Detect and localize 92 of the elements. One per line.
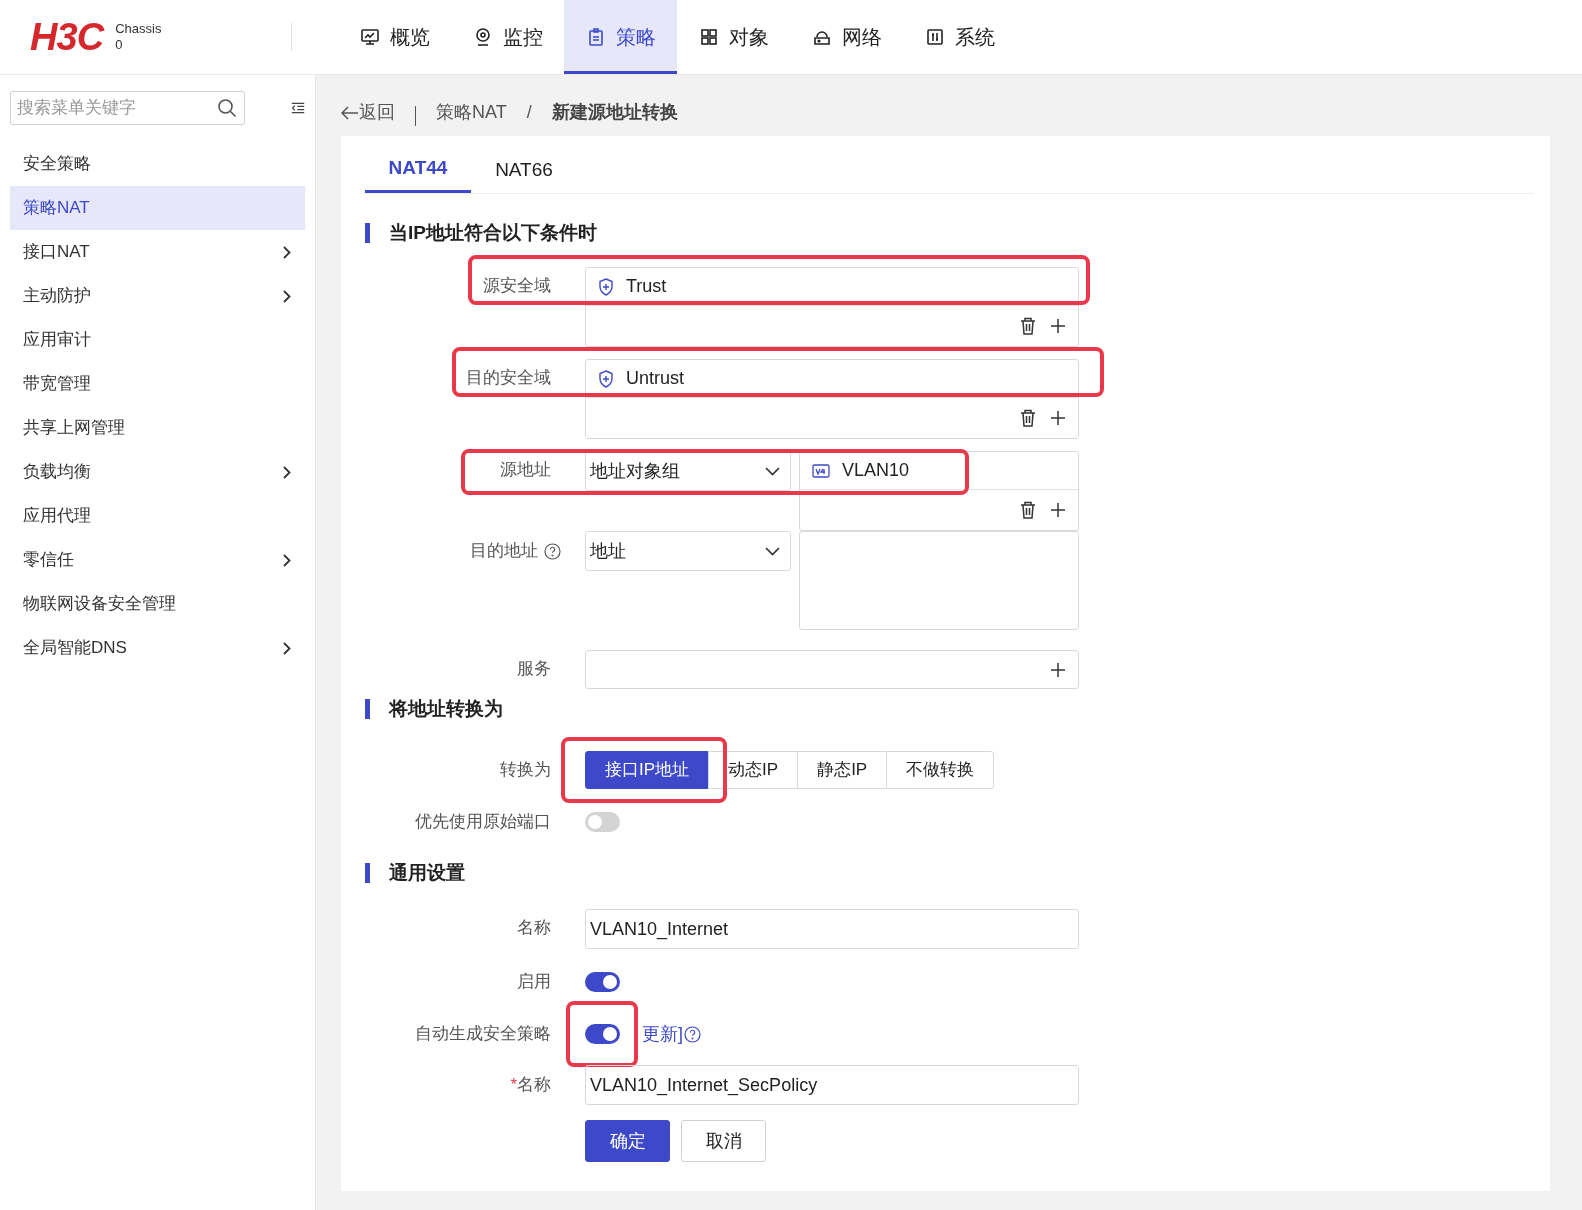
section-title: 当IP地址符合以下条件时 [389,220,597,245]
nav-tab[interactable]: 网络 [790,0,903,74]
help-icon[interactable] [544,542,561,560]
form-label: 目的地址 [470,540,538,563]
form-label: 服务 [516,658,552,680]
sidebar-item[interactable]: 零信任 [10,538,305,582]
breadcrumb-separator: / [526,101,532,124]
address-group-icon [812,462,830,479]
nav-tab[interactable]: 系统 [903,0,1016,74]
form-label: 目的安全域 [465,367,552,389]
section-marker [365,699,370,719]
conversion-option[interactable]: 接口IP地址 [585,751,710,789]
add-icon[interactable] [1050,318,1066,334]
section-title: 将地址转换为 [389,696,503,721]
toggle-switch[interactable] [585,1024,620,1044]
zone-name: Untrust [626,367,685,390]
chevron-right-icon [283,553,291,567]
update-link[interactable]: 更新] [642,1020,683,1048]
sidebar-item[interactable]: 共享上网管理 [10,406,305,450]
form-label: 名称 [517,1074,551,1096]
form-label: 名称 [516,917,552,939]
nav-tab[interactable]: 概览 [338,0,451,74]
conversion-option[interactable]: 静态IP [797,751,888,789]
conversion-option[interactable]: 不做转换 [886,751,995,789]
tab[interactable]: NAT66 [471,147,577,193]
nav-tab[interactable]: 对象 [677,0,790,74]
toggle-switch[interactable] [585,812,620,832]
back-link[interactable]: 返回 [341,99,395,126]
form-label: 转换为 [499,759,552,781]
form-label: 源地址 [499,459,552,481]
service-field[interactable] [585,650,1079,689]
name-field[interactable]: VLAN10_Internet [585,909,1079,949]
section-marker [365,863,370,883]
add-icon[interactable] [1050,410,1066,426]
sidebar-item[interactable]: 带宽管理 [10,362,305,406]
panel-icon [924,27,945,47]
form-label: 源安全域 [482,275,552,297]
zone-list[interactable]: Untrust [585,359,1079,439]
policy-name-field[interactable]: VLAN10_Internet_SecPolicy [585,1065,1079,1105]
dropdown-chevron-icon [765,546,780,556]
conversion-option[interactable]: 动态IP [708,751,799,789]
section-title: 通用设置 [389,860,465,885]
chevron-right-icon [283,289,291,303]
cancel-button[interactable]: 取消 [681,1120,766,1162]
address-type-select[interactable]: 地址 [585,531,791,571]
required-mark: * [510,1074,517,1096]
sidebar-item[interactable]: 主动防护 [10,274,305,318]
add-icon[interactable] [1050,502,1066,518]
device-number: 0 [115,37,124,53]
grid-icon [698,27,719,47]
delete-icon[interactable] [1020,409,1036,427]
monitor-icon [359,27,380,47]
form-label: 优先使用原始端口 [414,811,552,833]
confirm-button[interactable]: 确定 [585,1120,670,1162]
form-label: 自动生成安全策略 [414,1023,552,1045]
breadcrumb-current: 新建源地址转换 [551,101,678,124]
sidebar-item[interactable]: 接口NAT [10,230,305,274]
nav-tab[interactable]: 策略 [564,0,677,74]
shield-icon [598,277,614,296]
address-list[interactable]: VLAN10 [799,451,1079,531]
logo: H3C [30,18,104,56]
sidebar-item[interactable]: 安全策略 [10,142,305,186]
sidebar-item[interactable]: 策略NAT [10,186,305,230]
search-field[interactable]: 搜索菜单关键字 [10,91,245,125]
sidebar-item[interactable]: 全局智能DNS [10,626,305,670]
chevron-right-icon [283,641,291,655]
dropdown-chevron-icon [765,466,780,476]
sidebar-item[interactable]: 应用审计 [10,318,305,362]
nav-tab[interactable]: 监控 [451,0,564,74]
form-label: 启用 [516,971,552,993]
sidebar-item[interactable]: 应用代理 [10,494,305,538]
tab[interactable]: NAT44 [365,147,471,193]
delete-icon[interactable] [1020,501,1036,519]
collapse-menu-icon[interactable] [291,100,305,116]
shield-icon [598,369,614,388]
zone-name: Trust [626,275,667,298]
address-type-select[interactable]: 地址对象组 [585,451,791,491]
sidebar-item[interactable]: 物联网设备安全管理 [10,582,305,626]
address-name: VLAN10 [842,459,910,482]
toggle-switch[interactable] [585,972,620,992]
sidebar-item[interactable]: 负载均衡 [10,450,305,494]
device-name: Chassis [115,21,162,37]
help-icon[interactable] [684,1025,701,1043]
breadcrumb-link[interactable]: 策略NAT [436,99,507,126]
zone-list[interactable]: Trust [585,267,1079,347]
search-icon[interactable] [217,98,237,118]
chevron-right-icon [283,465,291,479]
arrow-left-icon [341,105,359,120]
chevron-right-icon [283,245,291,259]
add-icon[interactable] [1050,661,1066,678]
section-marker [365,223,370,243]
delete-icon[interactable] [1020,317,1036,335]
